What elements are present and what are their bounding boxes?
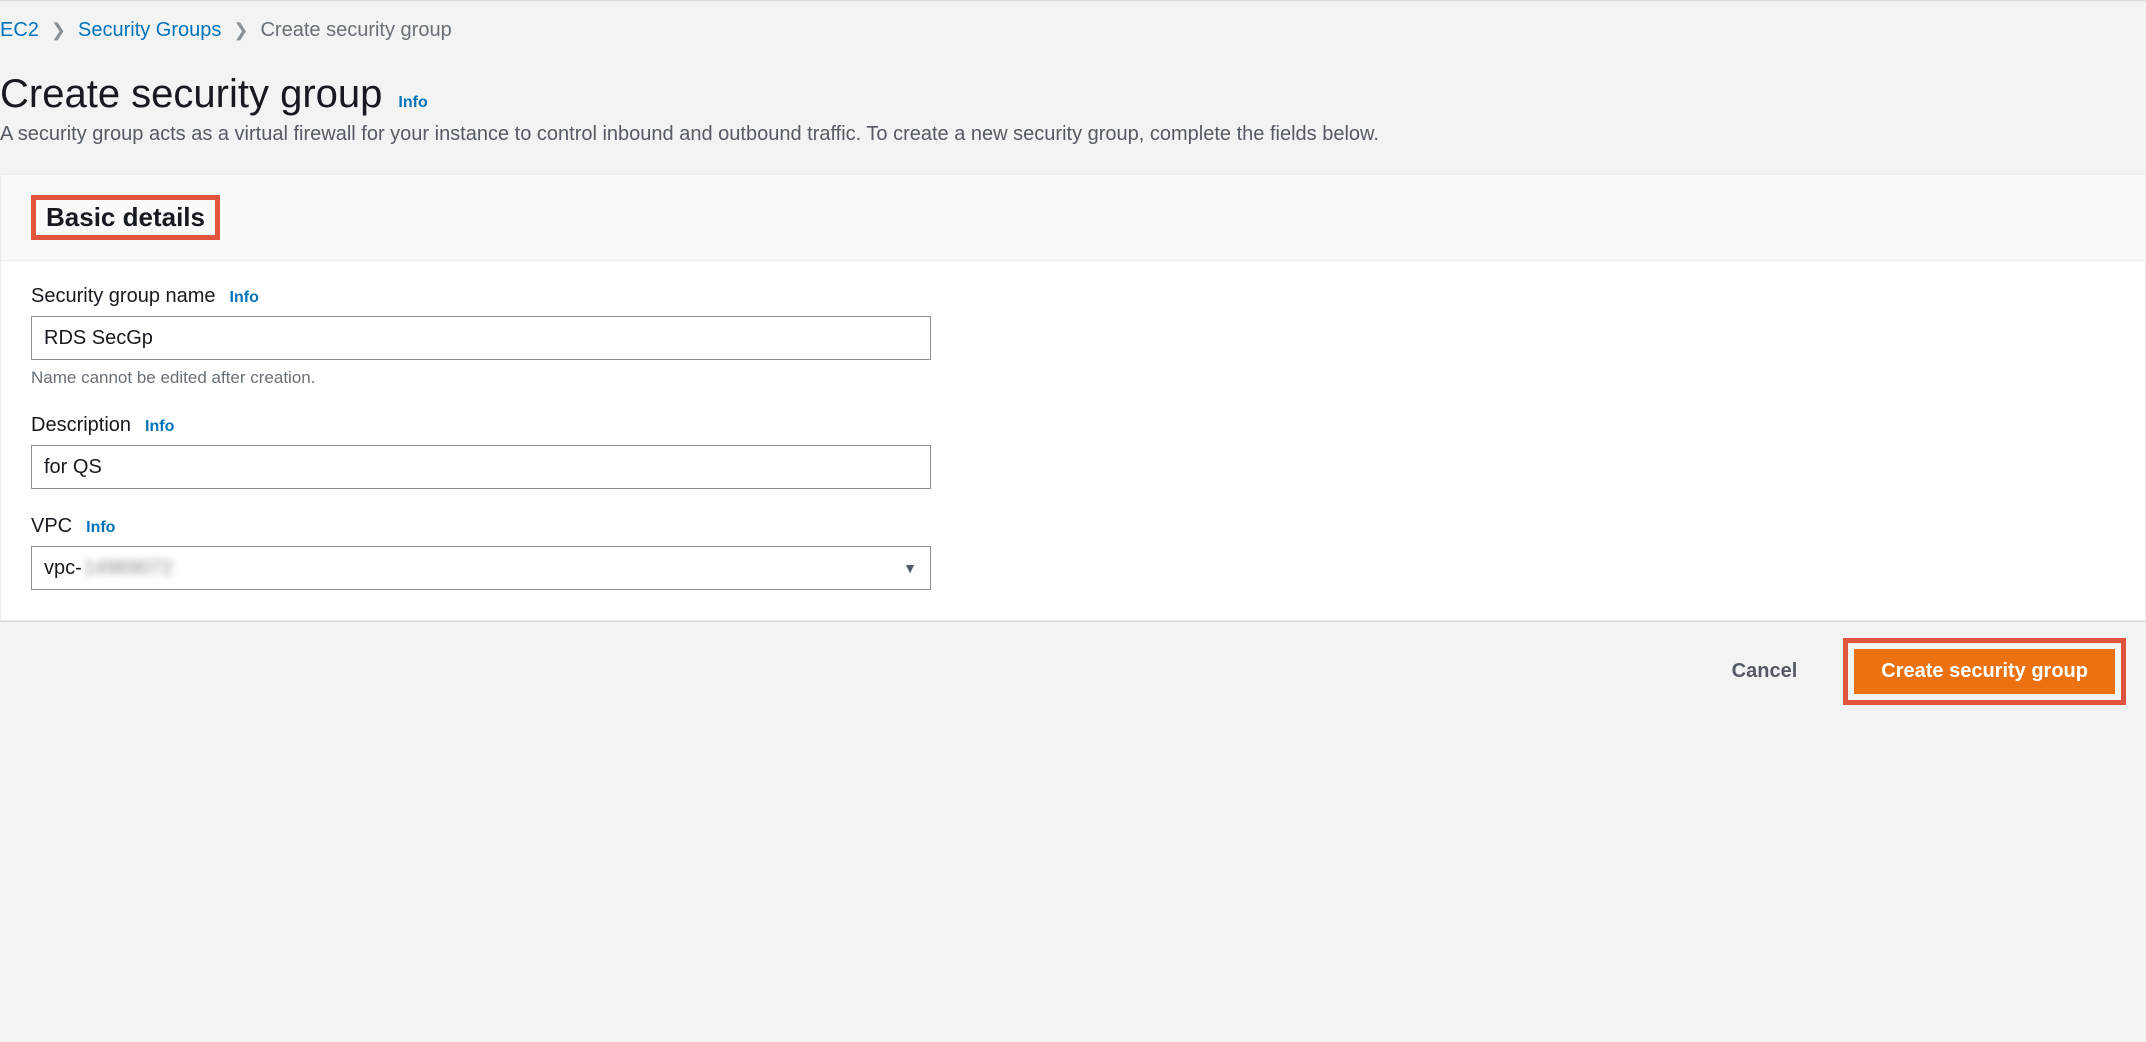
create-security-group-button[interactable]: Create security group <box>1854 649 2115 694</box>
label-description: Description <box>31 414 131 437</box>
footer-actions: Cancel Create security group <box>0 621 2146 721</box>
create-button-highlight: Create security group <box>1843 638 2126 705</box>
field-security-group-name: Security group name Info Name cannot be … <box>31 285 2115 388</box>
panel-title: Basic details <box>46 202 205 233</box>
info-link-name[interactable]: Info <box>230 289 259 307</box>
panel-title-highlight: Basic details <box>31 195 220 240</box>
select-vpc-prefix: vpc- <box>44 557 82 580</box>
breadcrumb: EC2 ❯ Security Groups ❯ Create security … <box>0 1 2146 52</box>
page-title: Create security group <box>0 72 382 117</box>
select-vpc[interactable]: vpc-14969072 <box>31 546 931 590</box>
page-root: EC2 ❯ Security Groups ❯ Create security … <box>0 0 2146 721</box>
cancel-button[interactable]: Cancel <box>1706 650 1824 693</box>
help-text-name: Name cannot be edited after creation. <box>31 368 2115 388</box>
chevron-right-icon: ❯ <box>233 20 248 41</box>
panel-header: Basic details <box>1 175 2145 261</box>
basic-details-panel: Basic details Security group name Info N… <box>0 174 2146 621</box>
label-vpc: VPC <box>31 515 72 538</box>
panel-body: Security group name Info Name cannot be … <box>1 261 2145 620</box>
info-link-description[interactable]: Info <box>145 418 174 436</box>
info-link-page[interactable]: Info <box>398 94 427 112</box>
field-vpc: VPC Info vpc-14969072 ▼ <box>31 515 2115 590</box>
breadcrumb-current: Create security group <box>260 19 451 42</box>
select-vpc-wrap: vpc-14969072 ▼ <box>31 546 931 590</box>
breadcrumb-link-security-groups[interactable]: Security Groups <box>78 19 221 42</box>
page-title-row: Create security group Info <box>0 52 2146 123</box>
select-vpc-redacted: 14969072 <box>84 557 173 580</box>
breadcrumb-link-ec2[interactable]: EC2 <box>0 19 39 42</box>
input-description[interactable] <box>31 445 931 489</box>
info-link-vpc[interactable]: Info <box>86 519 115 537</box>
field-description: Description Info <box>31 414 2115 489</box>
chevron-right-icon: ❯ <box>51 20 66 41</box>
input-security-group-name[interactable] <box>31 316 931 360</box>
label-security-group-name: Security group name <box>31 285 216 308</box>
page-subtitle: A security group acts as a virtual firew… <box>0 123 2146 174</box>
